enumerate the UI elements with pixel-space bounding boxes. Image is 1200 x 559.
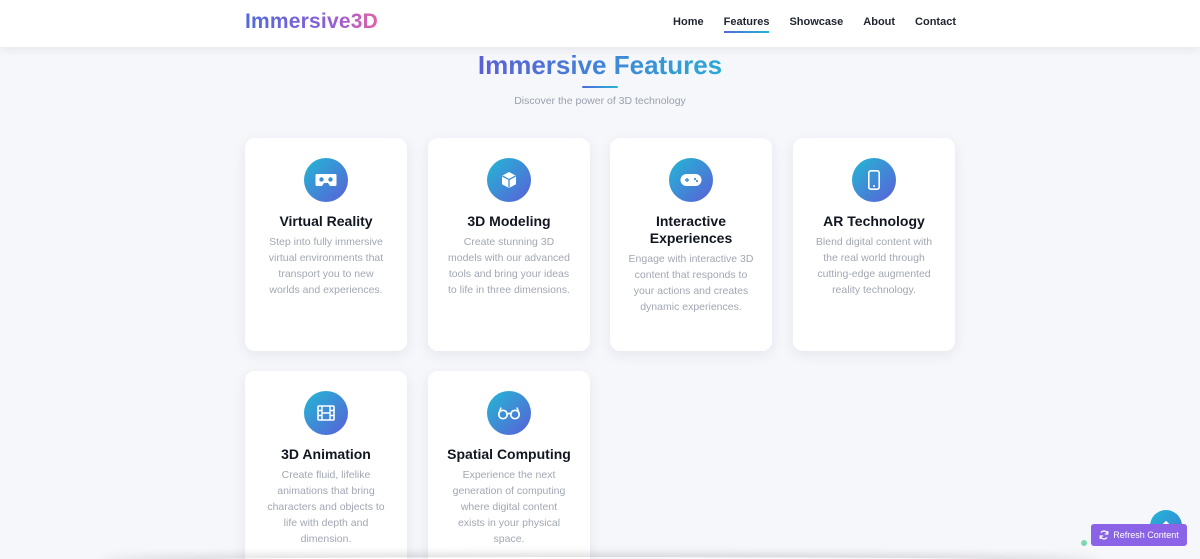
refresh-label: Refresh Content: [1113, 530, 1179, 540]
feature-title: AR Technology: [823, 213, 925, 229]
feature-card-ar-technology[interactable]: AR Technology Blend digital content with…: [793, 138, 955, 351]
feature-card-3d-animation[interactable]: 3D Animation Create fluid, lifelike anim…: [245, 371, 407, 559]
status-dot: [1081, 540, 1087, 546]
feature-description: Create fluid, lifelike animations that b…: [267, 469, 385, 545]
nav-home[interactable]: Home: [673, 16, 704, 33]
section-title-text: Immersive Features: [477, 50, 723, 80]
feature-title: Interactive Experiences: [649, 213, 733, 246]
nav-showcase[interactable]: Showcase: [789, 16, 843, 33]
refresh-icon: [1099, 530, 1109, 540]
refresh-content-button[interactable]: Refresh Content: [1091, 524, 1187, 546]
feature-description: Create stunning 3D models with our advan…: [448, 236, 570, 296]
feature-title: 3D Animation: [281, 446, 371, 462]
feature-card-interactive-experiences[interactable]: Interactive Experiences Engage with inte…: [610, 138, 772, 351]
feature-card-spatial-computing[interactable]: Spatial Computing Experience the next ge…: [428, 371, 590, 559]
feature-description: Experience the next generation of comput…: [452, 469, 566, 545]
feature-title: Spatial Computing: [447, 446, 571, 462]
feature-description: Engage with interactive 3D content that …: [628, 253, 754, 313]
feature-card-virtual-reality[interactable]: Virtual Reality Step into fully immersiv…: [245, 138, 407, 351]
section-title: Immersive Features: [0, 50, 1200, 81]
nav-features[interactable]: Features: [723, 16, 769, 33]
gamepad-icon: [669, 158, 713, 202]
main-nav: Home Features Showcase About Contact: [673, 16, 956, 33]
feature-title: Virtual Reality: [279, 213, 373, 229]
film-icon: [304, 391, 348, 435]
feature-title: 3D Modeling: [467, 213, 551, 229]
feature-description: Step into fully immersive virtual enviro…: [268, 236, 384, 296]
title-underline: [582, 86, 618, 88]
site-header: Immersive3D Home Features Showcase About…: [0, 0, 1200, 47]
mobile-icon: [852, 158, 896, 202]
glasses-icon: [487, 391, 531, 435]
nav-contact[interactable]: Contact: [915, 16, 956, 33]
nav-about[interactable]: About: [863, 16, 895, 33]
vr-headset-icon: [304, 158, 348, 202]
section-subtitle: Discover the power of 3D technology: [514, 95, 686, 107]
feature-card-3d-modeling[interactable]: 3D Modeling Create stunning 3D models wi…: [428, 138, 590, 351]
feature-description: Blend digital content with the real worl…: [815, 236, 933, 296]
logo[interactable]: Immersive3D: [245, 10, 378, 34]
cube-icon: [487, 158, 531, 202]
